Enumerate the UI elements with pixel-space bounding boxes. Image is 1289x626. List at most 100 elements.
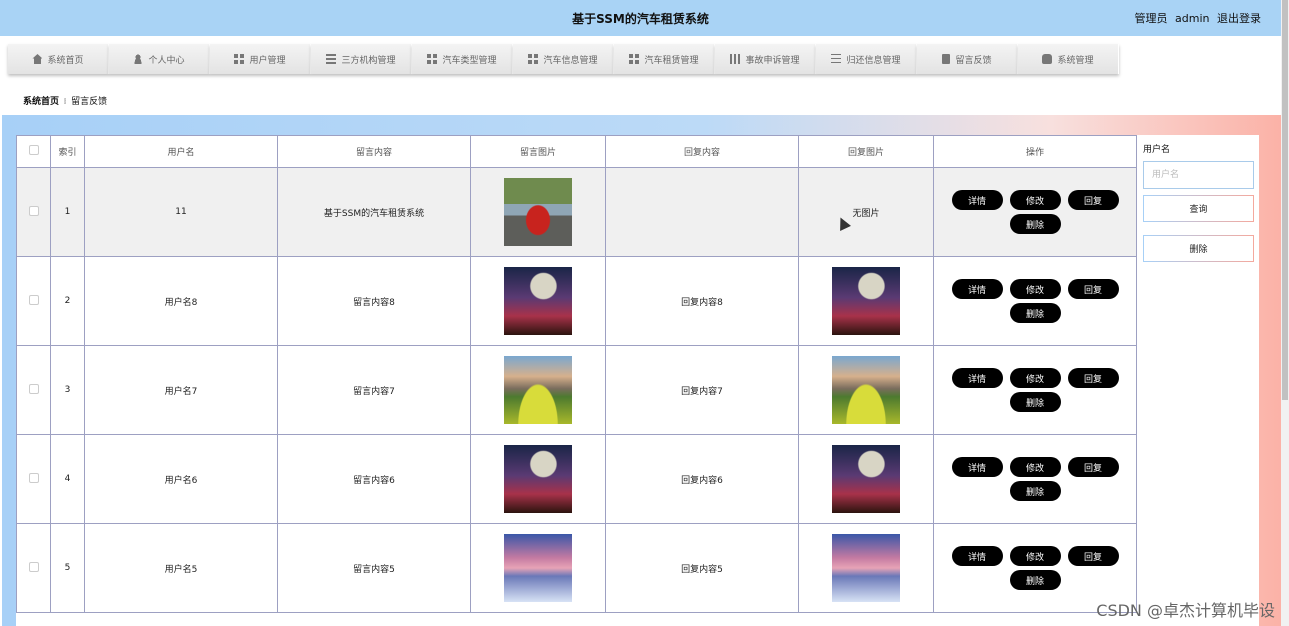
- row-checkbox[interactable]: [28, 561, 39, 572]
- cell-content: 基于SSM的汽车租赁系统: [277, 167, 471, 257]
- row-actions: 详情 修改 回复 删除: [945, 279, 1125, 323]
- message-image-moon[interactable]: [504, 445, 572, 513]
- breadcrumb-home[interactable]: 系统首页: [23, 97, 59, 107]
- database-icon: [1042, 54, 1053, 64]
- grid-icon: [629, 54, 640, 64]
- cell-username: 11: [84, 167, 278, 257]
- message-image-meadow[interactable]: [504, 356, 572, 424]
- edit-button[interactable]: 修改: [1009, 279, 1061, 299]
- cell-index: 5: [50, 523, 85, 613]
- table-row: 5 用户名5 留言内容5 回复内容5 详情 修改 回复 删除: [16, 523, 1137, 613]
- table-header-row: 索引 用户名 留言内容 留言图片 回复内容 回复图片 操作: [16, 135, 1137, 168]
- cell-username: 用户名7: [84, 345, 278, 435]
- reply-button[interactable]: 回复: [1067, 546, 1119, 566]
- username: admin: [1175, 12, 1210, 25]
- cell-index: 1: [50, 167, 85, 257]
- column-header: 用户名: [84, 135, 278, 168]
- detail-button[interactable]: 详情: [951, 190, 1003, 210]
- select-all-checkbox[interactable]: [28, 145, 39, 155]
- delete-button[interactable]: 删除: [1009, 214, 1061, 234]
- message-image-snow[interactable]: [504, 534, 572, 602]
- delete-button[interactable]: 删除: [1009, 303, 1061, 323]
- cell-content: 留言内容5: [277, 523, 471, 613]
- row-actions: 详情 修改 回复 删除: [945, 368, 1125, 412]
- search-panel: 用户名 查询 删除: [1136, 135, 1260, 262]
- reply-button[interactable]: 回复: [1067, 190, 1119, 210]
- cell-username: 用户名8: [84, 256, 278, 346]
- reply-image-moon[interactable]: [832, 267, 900, 335]
- row-checkbox[interactable]: [28, 205, 39, 216]
- breadcrumb-separator: ፧: [64, 97, 67, 107]
- cell-content: 留言内容7: [277, 345, 471, 435]
- row-actions: 详情 修改 回复 删除: [945, 190, 1125, 234]
- main-nav: 系统首页 个人中心 用户管理 三方机构管理 汽车类型管理 汽车信息管理 汽车租赁…: [8, 44, 1126, 74]
- nav-tab-returns[interactable]: 归还信息管理: [816, 44, 917, 74]
- select-all-header[interactable]: [16, 135, 51, 168]
- grid-icon: [427, 54, 438, 64]
- detail-button[interactable]: 详情: [951, 279, 1003, 299]
- query-button[interactable]: 查询: [1143, 195, 1254, 222]
- reply-image-meadow[interactable]: [832, 356, 900, 424]
- edit-button[interactable]: 修改: [1009, 190, 1061, 210]
- row-checkbox[interactable]: [28, 383, 39, 394]
- nav-tab-car-info[interactable]: 汽车信息管理: [513, 44, 614, 74]
- nav-tab-system[interactable]: 系统管理: [1018, 44, 1119, 74]
- reply-image-snow[interactable]: [832, 534, 900, 602]
- row-checkbox[interactable]: [28, 472, 39, 483]
- reply-button[interactable]: 回复: [1067, 368, 1119, 388]
- nav-tab-home[interactable]: 系统首页: [8, 44, 109, 74]
- nav-tab-profile[interactable]: 个人中心: [109, 44, 210, 74]
- table-row: 3 用户名7 留言内容7 回复内容7 详情 修改 回复 删除: [16, 345, 1137, 435]
- nav-tab-car-types[interactable]: 汽车类型管理: [412, 44, 513, 74]
- column-header: 留言图片: [470, 135, 606, 168]
- column-header: 索引: [50, 135, 85, 168]
- nav-tab-third-party[interactable]: 三方机构管理: [311, 44, 412, 74]
- row-checkbox[interactable]: [28, 294, 39, 305]
- grid-icon: [234, 54, 245, 64]
- reply-button[interactable]: 回复: [1067, 279, 1119, 299]
- person-icon: [133, 54, 144, 64]
- message-image-car[interactable]: [504, 178, 572, 246]
- user-area: 管理员 admin 退出登录: [1131, 10, 1261, 26]
- cell-index: 2: [50, 256, 85, 346]
- edit-button[interactable]: 修改: [1009, 457, 1061, 477]
- edit-button[interactable]: 修改: [1009, 368, 1061, 388]
- reply-image-moon[interactable]: [832, 445, 900, 513]
- table-row: 1 11 基于SSM的汽车租赁系统 无图片 详情 修改 回复 删除: [16, 167, 1137, 257]
- clipboard-icon: [942, 54, 951, 64]
- user-role: 管理员: [1134, 12, 1168, 25]
- cell-index: 3: [50, 345, 85, 435]
- cell-reply: [605, 167, 799, 257]
- logout-link[interactable]: 退出登录: [1217, 12, 1261, 25]
- breadcrumb-current: 留言反馈: [71, 97, 108, 107]
- list-icon: [326, 54, 337, 64]
- detail-button[interactable]: 详情: [951, 457, 1003, 477]
- column-header: 留言内容: [277, 135, 471, 168]
- row-actions: 详情 修改 回复 删除: [945, 546, 1125, 590]
- cell-index: 4: [50, 434, 85, 524]
- home-icon: [32, 54, 43, 64]
- detail-button[interactable]: 详情: [951, 368, 1003, 388]
- breadcrumb: 系统首页 ፧ 留言反馈: [23, 94, 107, 107]
- edit-button[interactable]: 修改: [1009, 546, 1061, 566]
- row-actions: 详情 修改 回复 删除: [945, 457, 1125, 501]
- nav-tab-users[interactable]: 用户管理: [210, 44, 311, 74]
- nav-tab-rentals[interactable]: 汽车租赁管理: [614, 44, 715, 74]
- nav-tab-accidents[interactable]: 事故申诉管理: [715, 44, 816, 74]
- top-header: 基于SSM的汽车租赁系统 管理员 admin 退出登录: [0, 0, 1281, 36]
- scrollbar-thumb[interactable]: [1282, 0, 1288, 400]
- reply-button[interactable]: 回复: [1067, 457, 1119, 477]
- delete-button[interactable]: 删除: [1009, 392, 1061, 412]
- column-header: 操作: [933, 135, 1137, 168]
- detail-button[interactable]: 详情: [951, 546, 1003, 566]
- delete-button[interactable]: 删除: [1009, 570, 1061, 590]
- username-search-input[interactable]: [1143, 161, 1254, 189]
- sliders-icon: [831, 54, 842, 64]
- cell-reply: 回复内容5: [605, 523, 799, 613]
- batch-delete-button[interactable]: 删除: [1143, 235, 1254, 262]
- column-header: 回复图片: [798, 135, 934, 168]
- message-image-moon[interactable]: [504, 267, 572, 335]
- nav-tab-feedback[interactable]: 留言反馈: [917, 44, 1018, 74]
- table-row: 2 用户名8 留言内容8 回复内容8 详情 修改 回复 删除: [16, 256, 1137, 346]
- delete-button[interactable]: 删除: [1009, 481, 1061, 501]
